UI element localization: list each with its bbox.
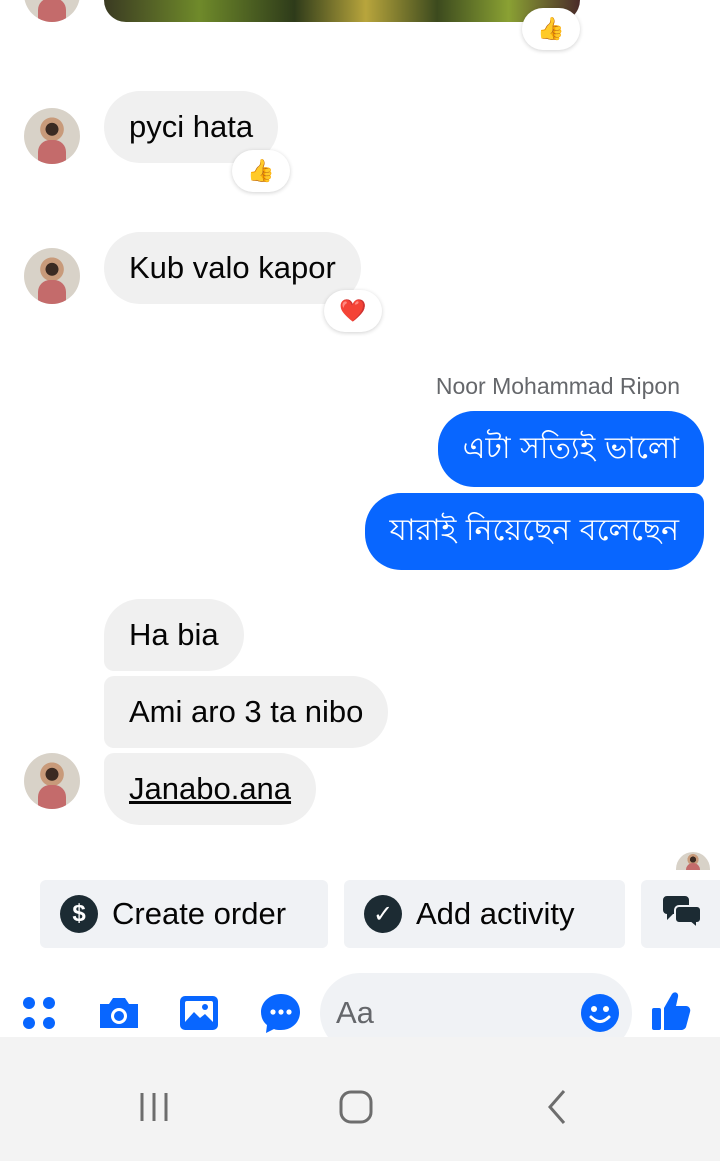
contact-avatar[interactable] bbox=[24, 0, 80, 22]
reaction-badge[interactable]: 👍 bbox=[232, 150, 290, 192]
message-thread: 👍 pyci hata 👍 Kub valo kapor ❤️ Noor Moh… bbox=[0, 0, 720, 870]
add-activity-button[interactable]: ✓ Add activity bbox=[344, 880, 625, 948]
thumbs-up-icon: 👍 bbox=[247, 158, 275, 183]
incoming-message[interactable]: Kub valo kapor bbox=[104, 232, 361, 304]
reaction-badge[interactable]: ❤️ bbox=[324, 290, 382, 332]
emoji-icon[interactable] bbox=[580, 993, 620, 1033]
outgoing-message[interactable]: যারাই নিয়েছেন বলেছেন bbox=[364, 493, 704, 570]
outgoing-message[interactable]: এটা সত্যিই ভালো bbox=[437, 411, 704, 487]
incoming-message[interactable]: Ami aro 3 ta nibo bbox=[104, 676, 389, 748]
add-activity-label: Add activity bbox=[416, 896, 575, 931]
apps-icon[interactable] bbox=[18, 990, 64, 1036]
message-input-placeholder: Aa bbox=[336, 995, 374, 1030]
incoming-message[interactable]: Ha bia bbox=[104, 599, 244, 671]
camera-icon[interactable] bbox=[96, 990, 142, 1036]
message-link[interactable]: Janabo.ana bbox=[129, 771, 291, 807]
dollar-icon: $ bbox=[60, 895, 98, 933]
checkmark-icon: ✓ bbox=[364, 895, 402, 933]
incoming-message-link[interactable]: Janabo.ana bbox=[104, 753, 317, 825]
seen-avatar bbox=[676, 852, 710, 870]
message-text: Ha bia bbox=[129, 617, 219, 652]
message-options-icon[interactable] bbox=[258, 990, 304, 1036]
sender-name: Noor Mohammad Ripon bbox=[435, 373, 680, 399]
shared-image[interactable] bbox=[104, 0, 580, 22]
gallery-icon[interactable] bbox=[176, 990, 222, 1036]
like-icon[interactable] bbox=[648, 988, 694, 1034]
chat-bubbles-icon bbox=[661, 892, 703, 936]
thumbs-up-icon: 👍 bbox=[537, 16, 565, 41]
home-icon[interactable] bbox=[326, 1087, 386, 1127]
create-order-label: Create order bbox=[112, 896, 287, 931]
message-text: এটা সত্যিই ভালো bbox=[462, 430, 679, 466]
recents-icon[interactable] bbox=[124, 1087, 184, 1127]
contact-avatar[interactable] bbox=[24, 753, 80, 809]
heart-icon: ❤️ bbox=[339, 298, 367, 323]
more-action-button[interactable] bbox=[641, 880, 720, 948]
back-icon[interactable] bbox=[528, 1087, 588, 1127]
contact-avatar[interactable] bbox=[24, 248, 80, 304]
contact-avatar[interactable] bbox=[24, 108, 80, 164]
create-order-button[interactable]: $ Create order bbox=[40, 880, 328, 948]
message-text: যারাই নিয়েছেন বলেছেন bbox=[389, 513, 679, 548]
system-nav-bar bbox=[0, 1037, 720, 1161]
reaction-badge[interactable]: 👍 bbox=[522, 8, 580, 50]
message-text: Kub valo kapor bbox=[129, 250, 336, 285]
message-text: Ami aro 3 ta nibo bbox=[129, 694, 364, 729]
message-text: pyci hata bbox=[129, 109, 254, 144]
quick-actions-bar: $ Create order ✓ Add activity bbox=[0, 880, 720, 950]
